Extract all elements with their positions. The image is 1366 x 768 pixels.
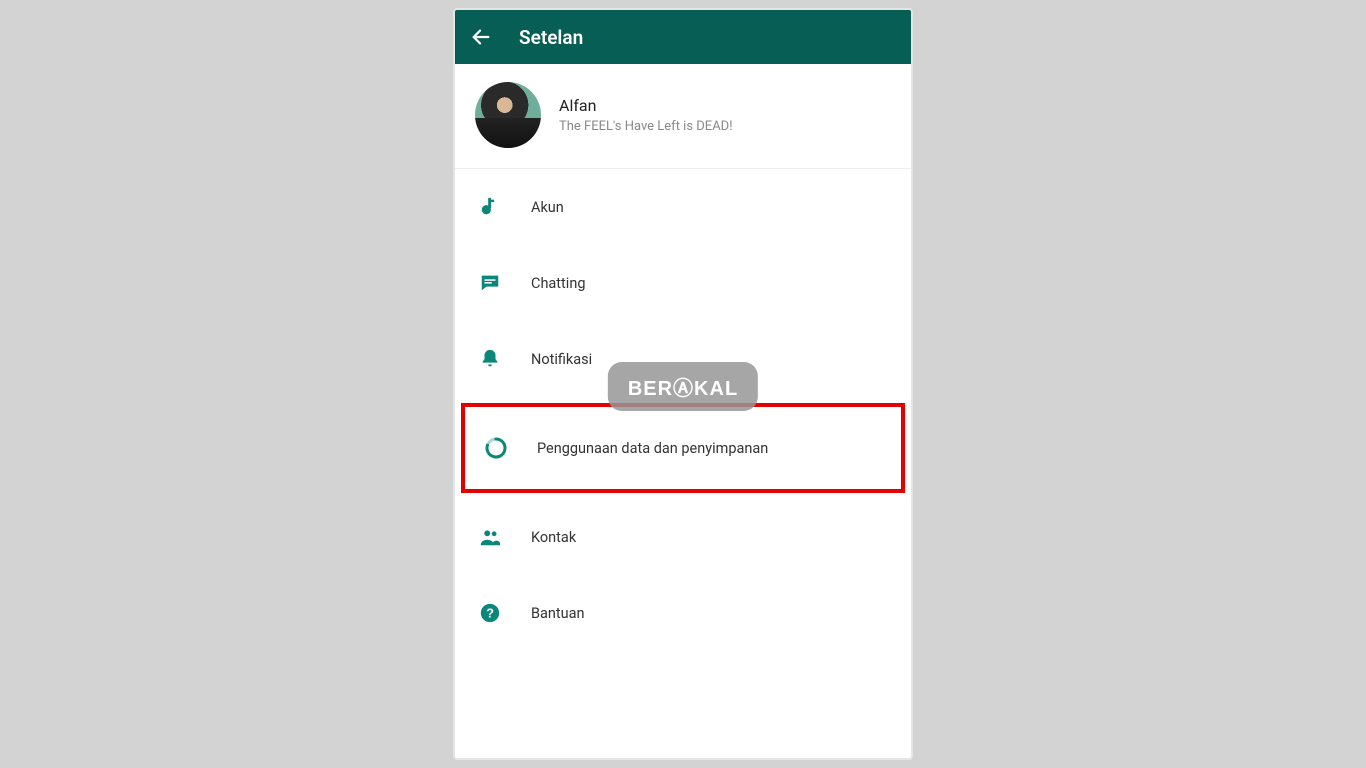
back-button[interactable] [469,25,493,49]
menu-item-help[interactable]: ? Bantuan [455,575,911,651]
profile-name: Alfan [559,96,733,115]
menu-item-account[interactable]: Akun [455,169,911,245]
contacts-icon [477,524,503,550]
menu-label-chats: Chatting [531,275,585,292]
page-title: Setelan [519,26,583,49]
menu-label-help: Bantuan [531,605,585,622]
settings-screen: Setelan Alfan The FEEL's Have Left is DE… [453,8,913,760]
help-icon: ? [477,600,503,626]
bell-icon [477,346,503,372]
menu-item-chats[interactable]: Chatting [455,245,911,321]
menu-item-notifications[interactable]: Notifikasi [455,321,911,397]
app-bar: Setelan [455,10,911,64]
svg-text:?: ? [486,606,494,621]
profile-row[interactable]: Alfan The FEEL's Have Left is DEAD! [455,64,911,169]
avatar [475,82,541,148]
profile-status: The FEEL's Have Left is DEAD! [559,119,733,134]
menu-item-data-storage[interactable]: Penggunaan data dan penyimpanan [461,403,905,493]
settings-menu: Akun Chatting Notifikasi [455,169,911,651]
data-usage-icon [483,435,509,461]
menu-label-account: Akun [531,199,564,216]
arrow-left-icon [470,26,492,48]
menu-label-notifications: Notifikasi [531,351,592,368]
menu-label-data-storage: Penggunaan data dan penyimpanan [537,440,768,457]
menu-item-contacts[interactable]: Kontak [455,499,911,575]
profile-text: Alfan The FEEL's Have Left is DEAD! [559,96,733,134]
chat-icon [477,270,503,296]
menu-label-contacts: Kontak [531,529,576,546]
key-icon [477,194,503,220]
